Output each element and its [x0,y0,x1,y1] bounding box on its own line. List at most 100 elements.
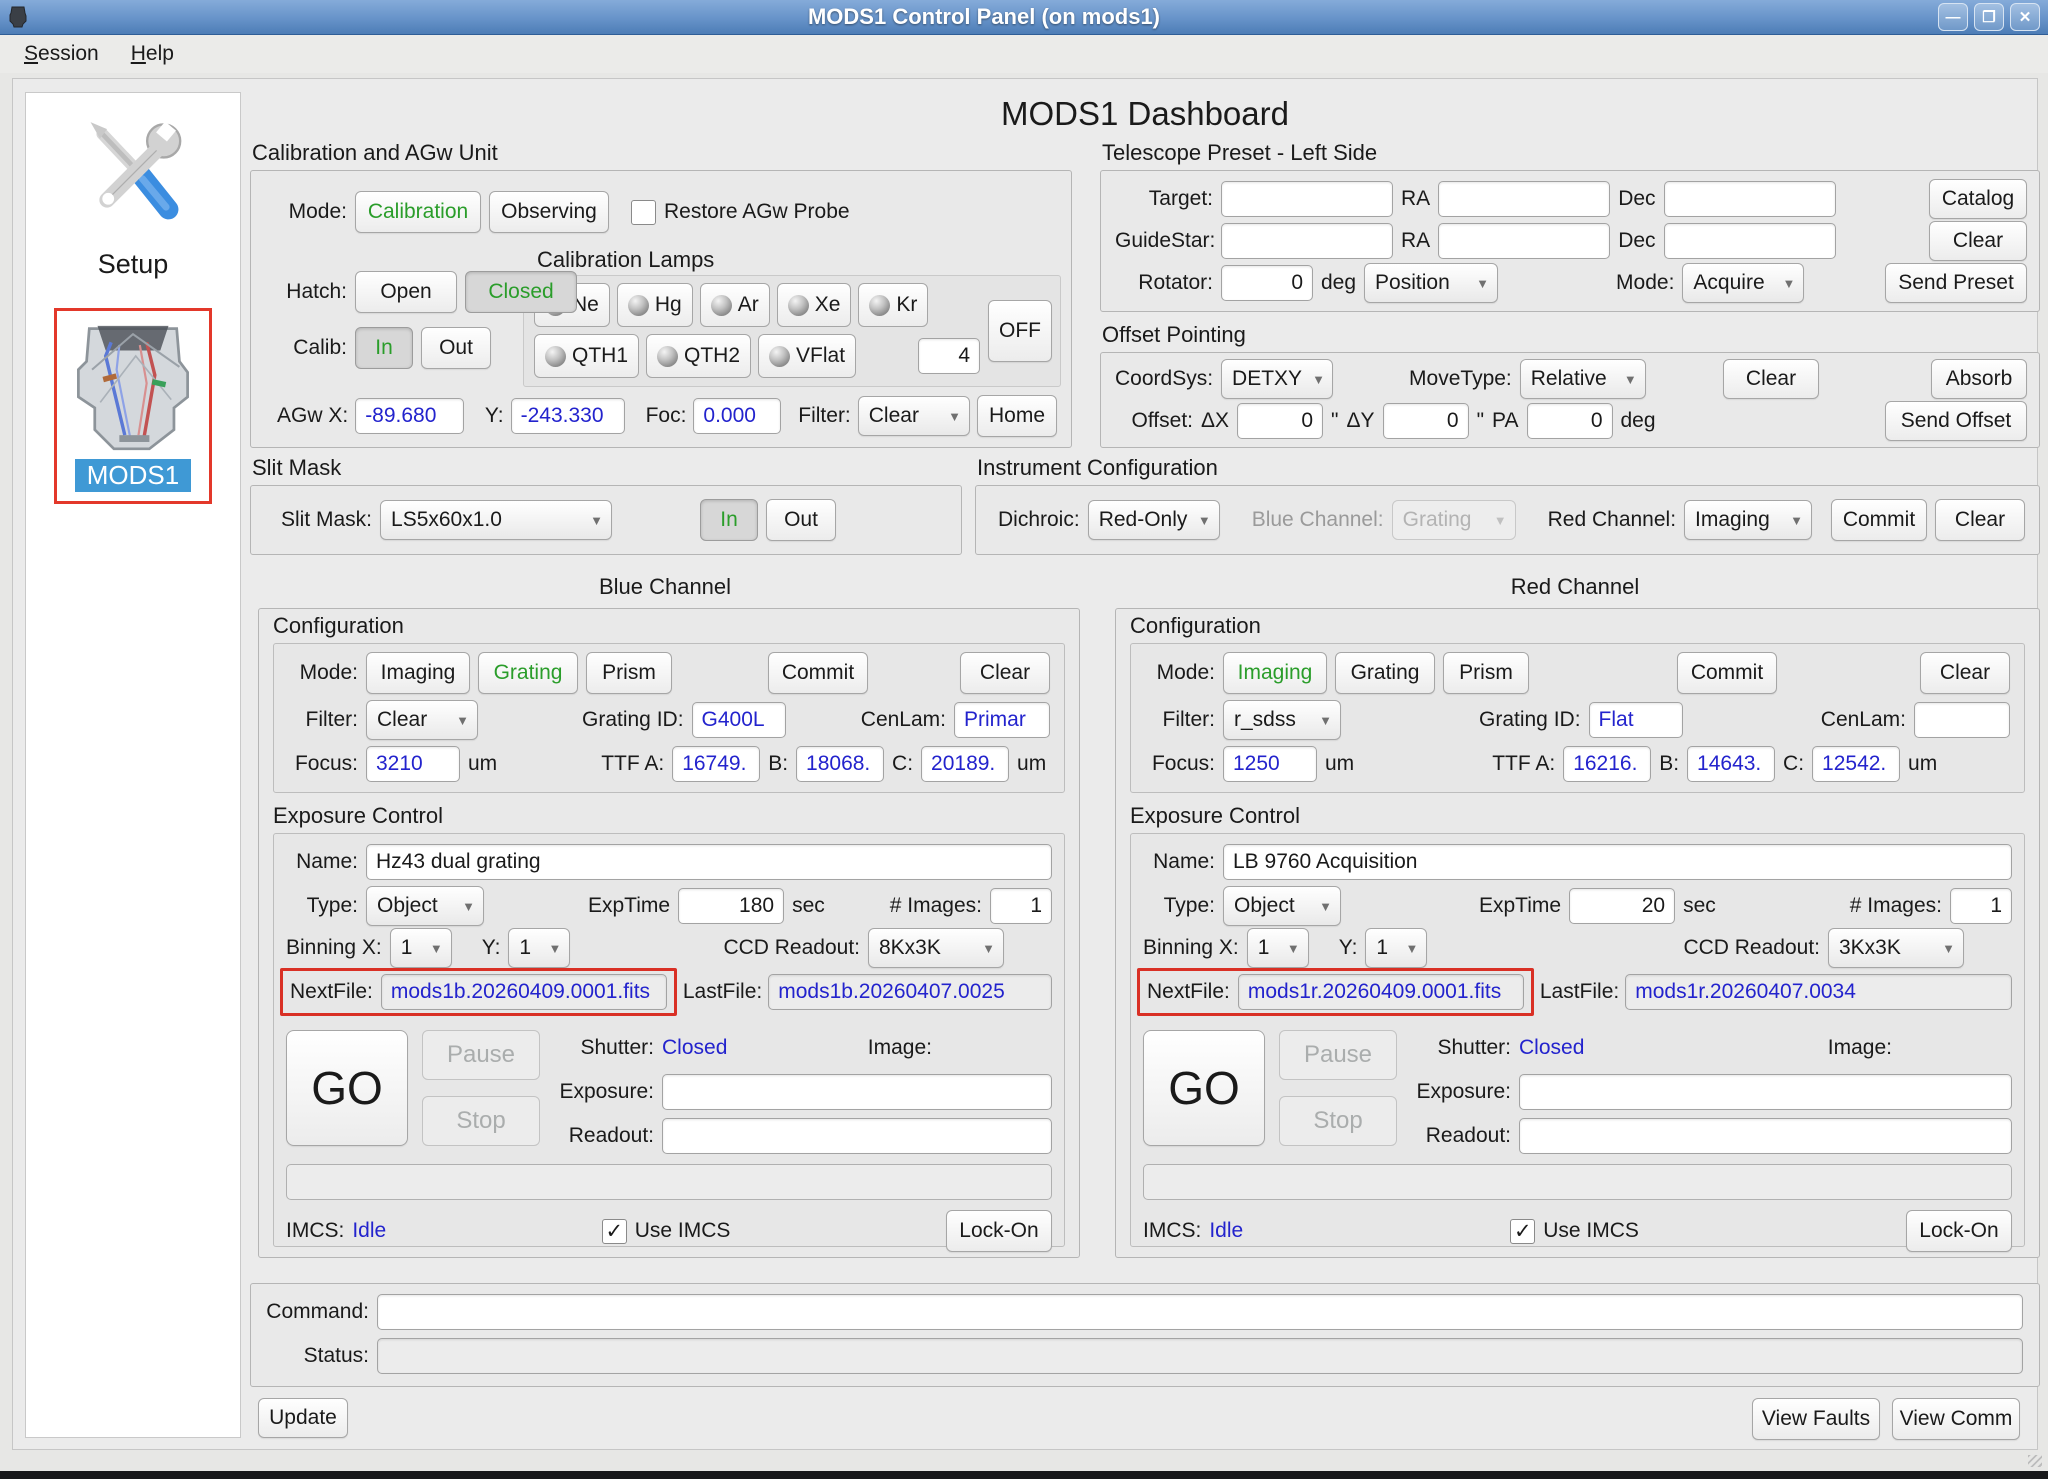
red-channel-select[interactable]: Imaging▼ [1684,500,1812,540]
movetype-select[interactable]: Relative▼ [1520,359,1646,399]
red-go-button[interactable]: GO [1143,1030,1265,1146]
rotator-mode-select[interactable]: Position▼ [1364,263,1498,303]
maximize-button[interactable]: ❐ [1974,3,2004,31]
red-grating-id-field[interactable]: Flat [1589,702,1683,738]
lamp-vflat-button[interactable]: VFlat [758,334,856,378]
lamp-kr-button[interactable]: Kr [858,283,928,327]
send-offset-button[interactable]: Send Offset [1885,401,2027,441]
lamp-hg-button[interactable]: Hg [617,283,693,327]
blue-ttfa-field[interactable]: 16749. [672,746,760,782]
red-images-input[interactable]: 1 [1950,888,2012,924]
red-pause-button[interactable]: Pause [1279,1030,1397,1080]
red-mode-prism-button[interactable]: Prism [1443,652,1529,694]
lamp-qth2-button[interactable]: QTH2 [646,334,751,378]
blue-lockon-button[interactable]: Lock-On [946,1210,1052,1252]
telescope-clear-button[interactable]: Clear [1929,221,2027,261]
observing-mode-button[interactable]: Observing [489,191,609,233]
close-button[interactable]: ✕ [2010,3,2040,31]
agw-x-input[interactable]: -89.680 [355,398,464,434]
red-exptime-input[interactable]: 20 [1569,888,1675,924]
target-dec-input[interactable] [1664,181,1836,217]
slitmask-select[interactable]: LS5x60x1.0▼ [380,500,612,540]
catalog-button[interactable]: Catalog [1929,179,2027,219]
agw-foc-input[interactable]: 0.000 [693,398,781,434]
blue-mode-prism-button[interactable]: Prism [586,652,672,694]
red-type-select[interactable]: Object▼ [1223,886,1341,926]
agw-filter-select[interactable]: Clear▼ [858,396,970,436]
slitmask-in-button[interactable]: In [700,499,758,541]
blue-mode-imaging-button[interactable]: Imaging [366,652,470,694]
blue-exptime-input[interactable]: 180 [678,888,784,924]
offset-clear-button[interactable]: Clear [1723,359,1819,399]
hatch-open-button[interactable]: Open [355,271,457,313]
red-name-input[interactable]: LB 9760 Acquisition [1223,844,2012,880]
absorb-button[interactable]: Absorb [1931,359,2027,399]
target-input[interactable] [1221,181,1393,217]
calib-out-button[interactable]: Out [421,327,491,369]
red-mode-imaging-button[interactable]: Imaging [1223,652,1327,694]
blue-config-commit-button[interactable]: Commit [768,652,868,694]
blue-name-input[interactable]: Hz43 dual grating [366,844,1052,880]
lamp-qth1-button[interactable]: QTH1 [534,334,639,378]
blue-stop-button[interactable]: Stop [422,1096,540,1146]
blue-ccd-select[interactable]: 8Kx3K▼ [868,928,1004,968]
calibration-mode-button[interactable]: Calibration [355,191,481,233]
red-stop-button[interactable]: Stop [1279,1096,1397,1146]
blue-use-imcs-checkbox[interactable]: ✓ [602,1219,627,1244]
blue-biny-select[interactable]: 1▼ [508,928,570,968]
blue-cenlam-field[interactable]: Primar [954,702,1050,738]
blue-grating-id-field[interactable]: G400L [692,702,786,738]
blue-ttfb-field[interactable]: 18068. [796,746,884,782]
red-config-clear-button[interactable]: Clear [1920,652,2010,694]
red-ccd-select[interactable]: 3Kx3K▼ [1828,928,1964,968]
agw-y-input[interactable]: -243.330 [511,398,625,434]
target-ra-input[interactable] [1438,181,1610,217]
red-mode-grating-button[interactable]: Grating [1335,652,1435,694]
blue-filter-select[interactable]: Clear▼ [366,700,478,740]
send-preset-button[interactable]: Send Preset [1885,263,2027,303]
red-focus-field[interactable]: 1250 [1223,746,1317,782]
preset-mode-select[interactable]: Acquire▼ [1682,263,1804,303]
hatch-closed-button[interactable]: Closed [465,271,577,313]
resize-grip[interactable] [2028,1455,2042,1467]
view-comm-button[interactable]: View Comm [1892,1398,2020,1440]
lamp-xe-button[interactable]: Xe [777,283,852,327]
instconfig-clear-button[interactable]: Clear [1935,499,2025,541]
blue-type-select[interactable]: Object▼ [366,886,484,926]
guidestar-input[interactable] [1221,223,1393,259]
blue-channel-select[interactable]: Grating▼ [1392,500,1516,540]
lamps-off-button[interactable]: OFF [988,300,1052,362]
guidestar-dec-input[interactable] [1664,223,1836,259]
dx-input[interactable]: 0 [1237,403,1323,439]
red-filter-select[interactable]: r_sdss▼ [1223,700,1341,740]
blue-binx-select[interactable]: 1▼ [390,928,452,968]
minimize-button[interactable]: — [1938,3,1968,31]
instconfig-commit-button[interactable]: Commit [1831,499,1927,541]
rotator-input[interactable]: 0 [1221,265,1313,301]
red-use-imcs-checkbox[interactable]: ✓ [1510,1219,1535,1244]
blue-mode-grating-button[interactable]: Grating [478,652,578,694]
pa-input[interactable]: 0 [1527,403,1613,439]
red-ttfa-field[interactable]: 16216. [1563,746,1651,782]
menu-session[interactable]: Session [16,39,107,69]
calib-in-button[interactable]: In [355,327,413,369]
red-lockon-button[interactable]: Lock-On [1906,1210,2012,1252]
restore-agw-checkbox[interactable] [631,200,656,225]
update-button[interactable]: Update [258,1398,348,1438]
menu-help[interactable]: Help [123,39,182,69]
guidestar-ra-input[interactable] [1438,223,1610,259]
blue-pause-button[interactable]: Pause [422,1030,540,1080]
view-faults-button[interactable]: View Faults [1752,1398,1880,1440]
red-ttfc-field[interactable]: 12542. [1812,746,1900,782]
command-input[interactable] [377,1294,2023,1330]
lamp-power-input[interactable]: 4 [918,338,980,374]
slitmask-out-button[interactable]: Out [766,499,836,541]
sidebar-item-mods1[interactable]: MODS1 [54,308,212,504]
dichroic-select[interactable]: Red-Only▼ [1088,500,1220,540]
red-config-commit-button[interactable]: Commit [1677,652,1777,694]
agw-home-button[interactable]: Home [977,395,1057,437]
red-cenlam-field[interactable] [1914,702,2010,738]
red-ttfb-field[interactable]: 14643. [1687,746,1775,782]
coordsys-select[interactable]: DETXY▼ [1221,359,1333,399]
red-biny-select[interactable]: 1▼ [1365,928,1427,968]
